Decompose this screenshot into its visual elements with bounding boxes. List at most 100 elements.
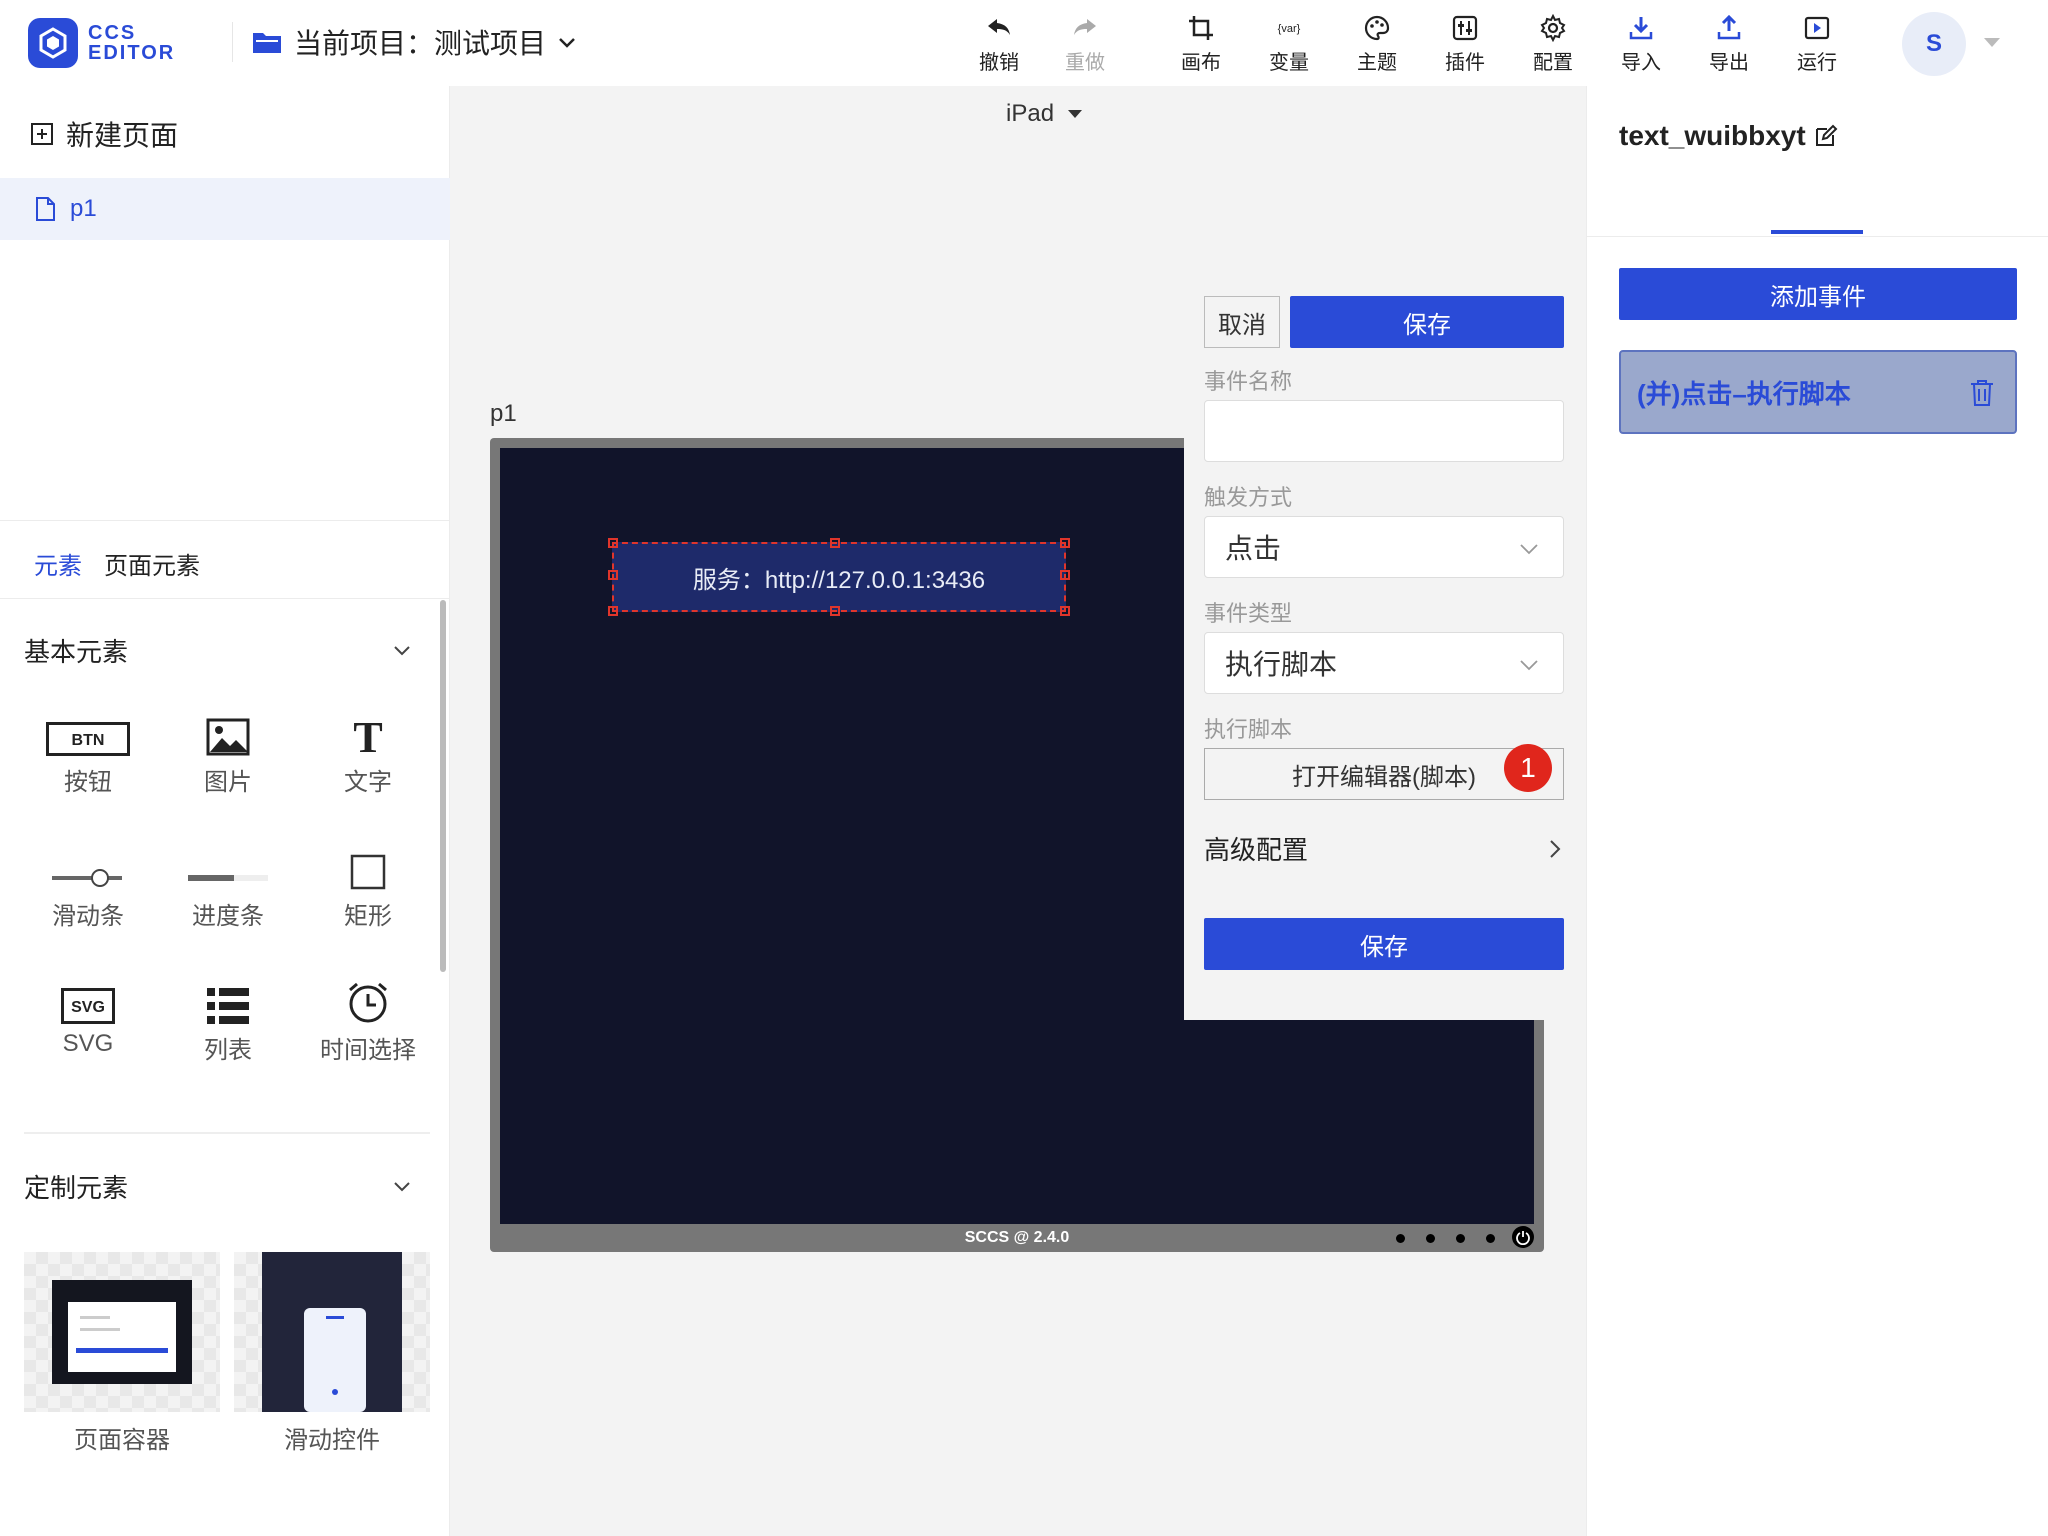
event-type-select[interactable]: 执行脚本 [1204, 632, 1564, 694]
resize-handle[interactable] [1060, 538, 1070, 548]
redo-label: 重做 [1065, 52, 1105, 74]
tab-page-elements[interactable]: 页面元素 [104, 546, 200, 581]
canvas-button[interactable]: 画布 [1166, 14, 1236, 75]
plugin-button[interactable]: 插件 [1430, 14, 1500, 75]
element-rectangle[interactable]: 矩形 [308, 840, 428, 931]
dot-indicator[interactable] [1426, 1234, 1435, 1243]
advanced-config-label: 高级配置 [1204, 835, 1309, 865]
dot-indicator[interactable] [1456, 1234, 1465, 1243]
import-button[interactable]: 导入 [1606, 14, 1676, 75]
add-event-button[interactable]: 添加事件 [1619, 268, 2017, 320]
device-selector[interactable]: iPad [1006, 100, 1083, 128]
event-label: (并)点击–执行脚本 [1637, 378, 1851, 409]
element-button[interactable]: BTN 按钮 [28, 706, 148, 797]
trigger-select[interactable]: 点击 [1204, 516, 1564, 578]
undo-button[interactable]: 撤销 [964, 14, 1034, 75]
resize-handle[interactable] [830, 538, 840, 548]
theme-button[interactable]: 主题 [1342, 14, 1412, 75]
avatar[interactable]: S [1902, 12, 1966, 76]
element-svg[interactable]: SVG SVG [28, 974, 148, 1058]
chevron-down-icon[interactable] [392, 1176, 412, 1196]
divider [0, 520, 450, 521]
event-type-label: 事件类型 [1204, 601, 1293, 626]
save-bottom-button[interactable]: 保存 [1204, 918, 1564, 970]
variable-icon: {var} [1278, 23, 1301, 35]
redo-button[interactable]: 重做 [1050, 14, 1120, 75]
element-image[interactable]: 图片 [168, 706, 288, 797]
basic-elements-title[interactable]: 基本元素 [24, 632, 128, 669]
page-name-label: p1 [490, 400, 517, 427]
element-name: text_wuibbxyt [1619, 120, 1806, 151]
device-footer: SCCS @ 2.4.0 [964, 1229, 1070, 1246]
edit-icon[interactable] [1814, 124, 1838, 148]
top-bar: CCS EDITOR 当前项目： 测试项目 撤销 重做 画布 {var} 变量 [0, 0, 2048, 86]
theme-label: 主题 [1357, 52, 1397, 74]
element-title: text_wuibbxyt [1619, 120, 1838, 152]
dot-indicator[interactable] [1396, 1234, 1405, 1243]
undo-icon [988, 19, 1010, 35]
trash-icon[interactable] [1969, 378, 1995, 408]
chevron-down-icon[interactable] [392, 640, 412, 660]
page-container-thumb[interactable] [24, 1252, 220, 1412]
element-tabs: 元素 页面元素 [34, 546, 200, 581]
plus-square-icon [31, 123, 53, 145]
variable-button[interactable]: {var} 变量 [1254, 14, 1324, 75]
element-time-picker[interactable]: 时间选择 [308, 974, 428, 1065]
resize-handle[interactable] [608, 538, 618, 548]
folder-icon [253, 33, 281, 53]
scrollbar[interactable] [440, 600, 446, 972]
chevron-down-icon [1520, 544, 1538, 555]
cancel-button[interactable]: 取消 [1204, 296, 1280, 348]
config-button[interactable]: 配置 [1518, 14, 1588, 75]
resize-handle[interactable] [608, 570, 618, 580]
event-type-value: 执行脚本 [1225, 649, 1338, 680]
run-button[interactable]: 运行 [1782, 14, 1852, 75]
page-item-p1[interactable]: p1 [0, 178, 450, 240]
element-label: 图片 [204, 769, 252, 796]
right-tabs: 属性 事件 约束 [1587, 178, 2048, 304]
tab-elements[interactable]: 元素 [34, 546, 82, 581]
active-tab-indicator [1771, 230, 1863, 234]
custom-elements-title[interactable]: 定制元素 [24, 1168, 128, 1205]
svg-glyph: SVG [71, 999, 105, 1016]
element-label: 时间选择 [320, 1037, 416, 1064]
resize-handle[interactable] [608, 606, 618, 616]
dot-indicator[interactable] [1486, 1234, 1495, 1243]
plugin-label: 插件 [1445, 52, 1485, 74]
element-slider[interactable]: 滑动条 [28, 840, 148, 931]
new-page-label: 新建页面 [66, 120, 179, 151]
export-button[interactable]: 导出 [1694, 14, 1764, 75]
logo-hexagon-icon [28, 18, 78, 68]
text-glyph: T [353, 713, 382, 756]
slide-control-thumb[interactable] [234, 1252, 430, 1412]
svg-icon: SVG [61, 988, 115, 1024]
export-label: 导出 [1709, 52, 1749, 74]
text-element-content: 服务：http://127.0.0.1:3436 [692, 566, 986, 594]
event-name-input[interactable] [1204, 400, 1564, 462]
element-progress[interactable]: 进度条 [168, 840, 288, 931]
caret-down-icon [1068, 110, 1083, 118]
step-badge: 1 [1504, 744, 1552, 792]
chevron-down-icon [559, 38, 575, 48]
resize-handle[interactable] [1060, 570, 1070, 580]
element-text[interactable]: T 文字 [308, 706, 428, 797]
logo-text-editor: EDITOR [88, 42, 176, 64]
resize-handle[interactable] [1060, 606, 1070, 616]
resize-handle[interactable] [830, 606, 840, 616]
element-list[interactable]: 列表 [168, 974, 288, 1065]
power-icon[interactable] [1512, 1226, 1534, 1248]
list-icon [207, 988, 249, 1024]
caret-down-icon[interactable] [1984, 38, 2000, 47]
element-label: 进度条 [192, 903, 264, 930]
save-button[interactable]: 保存 [1290, 296, 1564, 348]
button-icon: BTN [46, 722, 130, 756]
project-selector[interactable]: 当前项目： 测试项目 [252, 22, 578, 62]
element-label: SVG [62, 1030, 114, 1057]
advanced-config-row[interactable]: 高级配置 [1204, 830, 1564, 867]
selected-text-element[interactable]: 服务：http://127.0.0.1:3436 [608, 538, 1070, 616]
event-list-item[interactable]: (并)点击–执行脚本 [1619, 350, 2017, 434]
new-page-button[interactable]: 新建页面 [30, 114, 178, 154]
app-logo[interactable]: CCS EDITOR [28, 18, 175, 68]
chevron-down-icon [1520, 660, 1538, 671]
download-icon [1629, 17, 1653, 40]
